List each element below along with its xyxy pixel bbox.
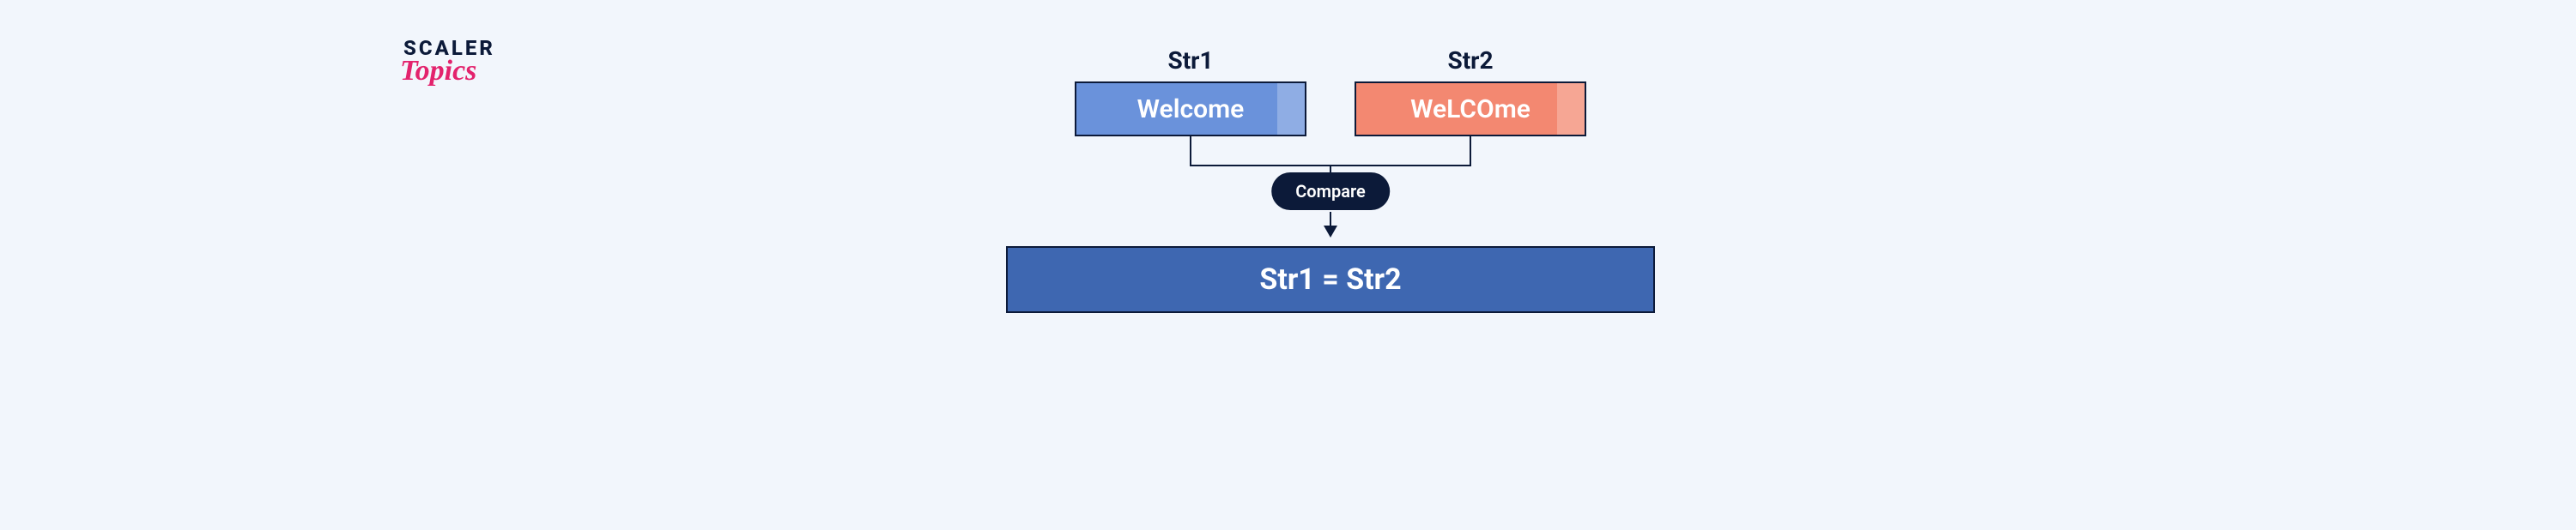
strings-row: Welcome WeLCOme	[944, 81, 1717, 136]
scaler-topics-logo: SCALER Topics	[403, 36, 495, 87]
str2-box: WeLCOme	[1355, 81, 1586, 136]
connector: Compare	[1075, 136, 1586, 239]
compare-label: Compare	[1295, 181, 1366, 202]
str1-value: Welcome	[1137, 94, 1245, 124]
result-text: Str1 = Str2	[1259, 262, 1401, 297]
str2-label: Str2	[1355, 46, 1586, 75]
str1-label: Str1	[1075, 46, 1306, 75]
str2-value: WeLCOme	[1410, 94, 1530, 124]
labels-row: Str1 Str2	[944, 46, 1717, 75]
str1-box: Welcome	[1075, 81, 1306, 136]
compare-pill: Compare	[1271, 172, 1390, 210]
result-box: Str1 = Str2	[1006, 246, 1655, 313]
string-compare-diagram: Str1 Str2 Welcome WeLCOme Compare Str1 =…	[944, 46, 1717, 313]
